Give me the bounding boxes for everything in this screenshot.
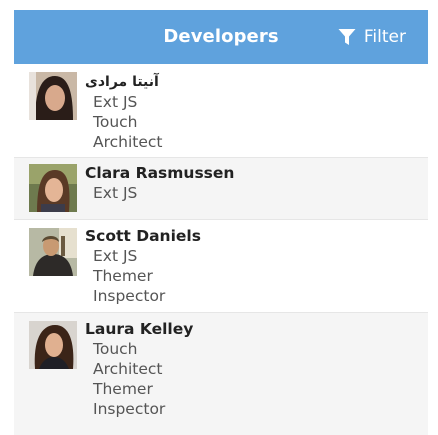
developer-skill: Architect [93,360,163,378]
developer-skill: Ext JS [93,184,138,202]
list-item[interactable]: Scott Daniels Ext JS Themer Inspector [14,220,428,313]
developer-skill: Themer [93,380,153,398]
list-item[interactable]: آنیتا مرادی Ext JS Touch Architect [14,64,428,158]
filter-icon [338,29,356,45]
developer-skill: Ext JS [93,93,138,111]
developer-info: آنیتا مرادی Ext JS Touch Architect [85,72,163,152]
developer-skill: Ext JS [93,247,138,265]
developer-skill: Touch [93,113,138,131]
filter-button[interactable]: Filter [338,25,406,49]
developer-name: Clara Rasmussen [85,164,235,182]
developer-info: Clara Rasmussen Ext JS [85,163,234,203]
developer-skill: Inspector [93,400,166,418]
developer-name: Scott Daniels [85,227,201,245]
filter-button-label: Filter [363,27,406,47]
developer-info: Scott Daniels Ext JS Themer Inspector [85,226,201,306]
developer-name: آنیتا مرادی [85,74,159,90]
list-item[interactable]: Laura Kelley Touch Architect Themer Insp… [14,313,428,435]
developer-skill: Touch [93,340,138,358]
developer-name: Laura Kelley [85,320,194,338]
avatar [29,228,77,276]
avatar [29,164,77,212]
developer-list: آنیتا مرادی Ext JS Touch Architect Clara… [14,64,428,435]
developer-skill: Themer [93,267,153,285]
developer-skill: Inspector [93,287,166,305]
list-item[interactable]: Clara Rasmussen Ext JS [14,158,428,220]
avatar [29,321,77,369]
developers-panel: Developers Filter آنیتا مرادی Ext JS Tou… [14,10,428,435]
developer-info: Laura Kelley Touch Architect Themer Insp… [85,319,193,419]
developer-skill: Architect [93,133,163,151]
avatar [29,72,77,120]
panel-header: Developers Filter [14,10,428,64]
